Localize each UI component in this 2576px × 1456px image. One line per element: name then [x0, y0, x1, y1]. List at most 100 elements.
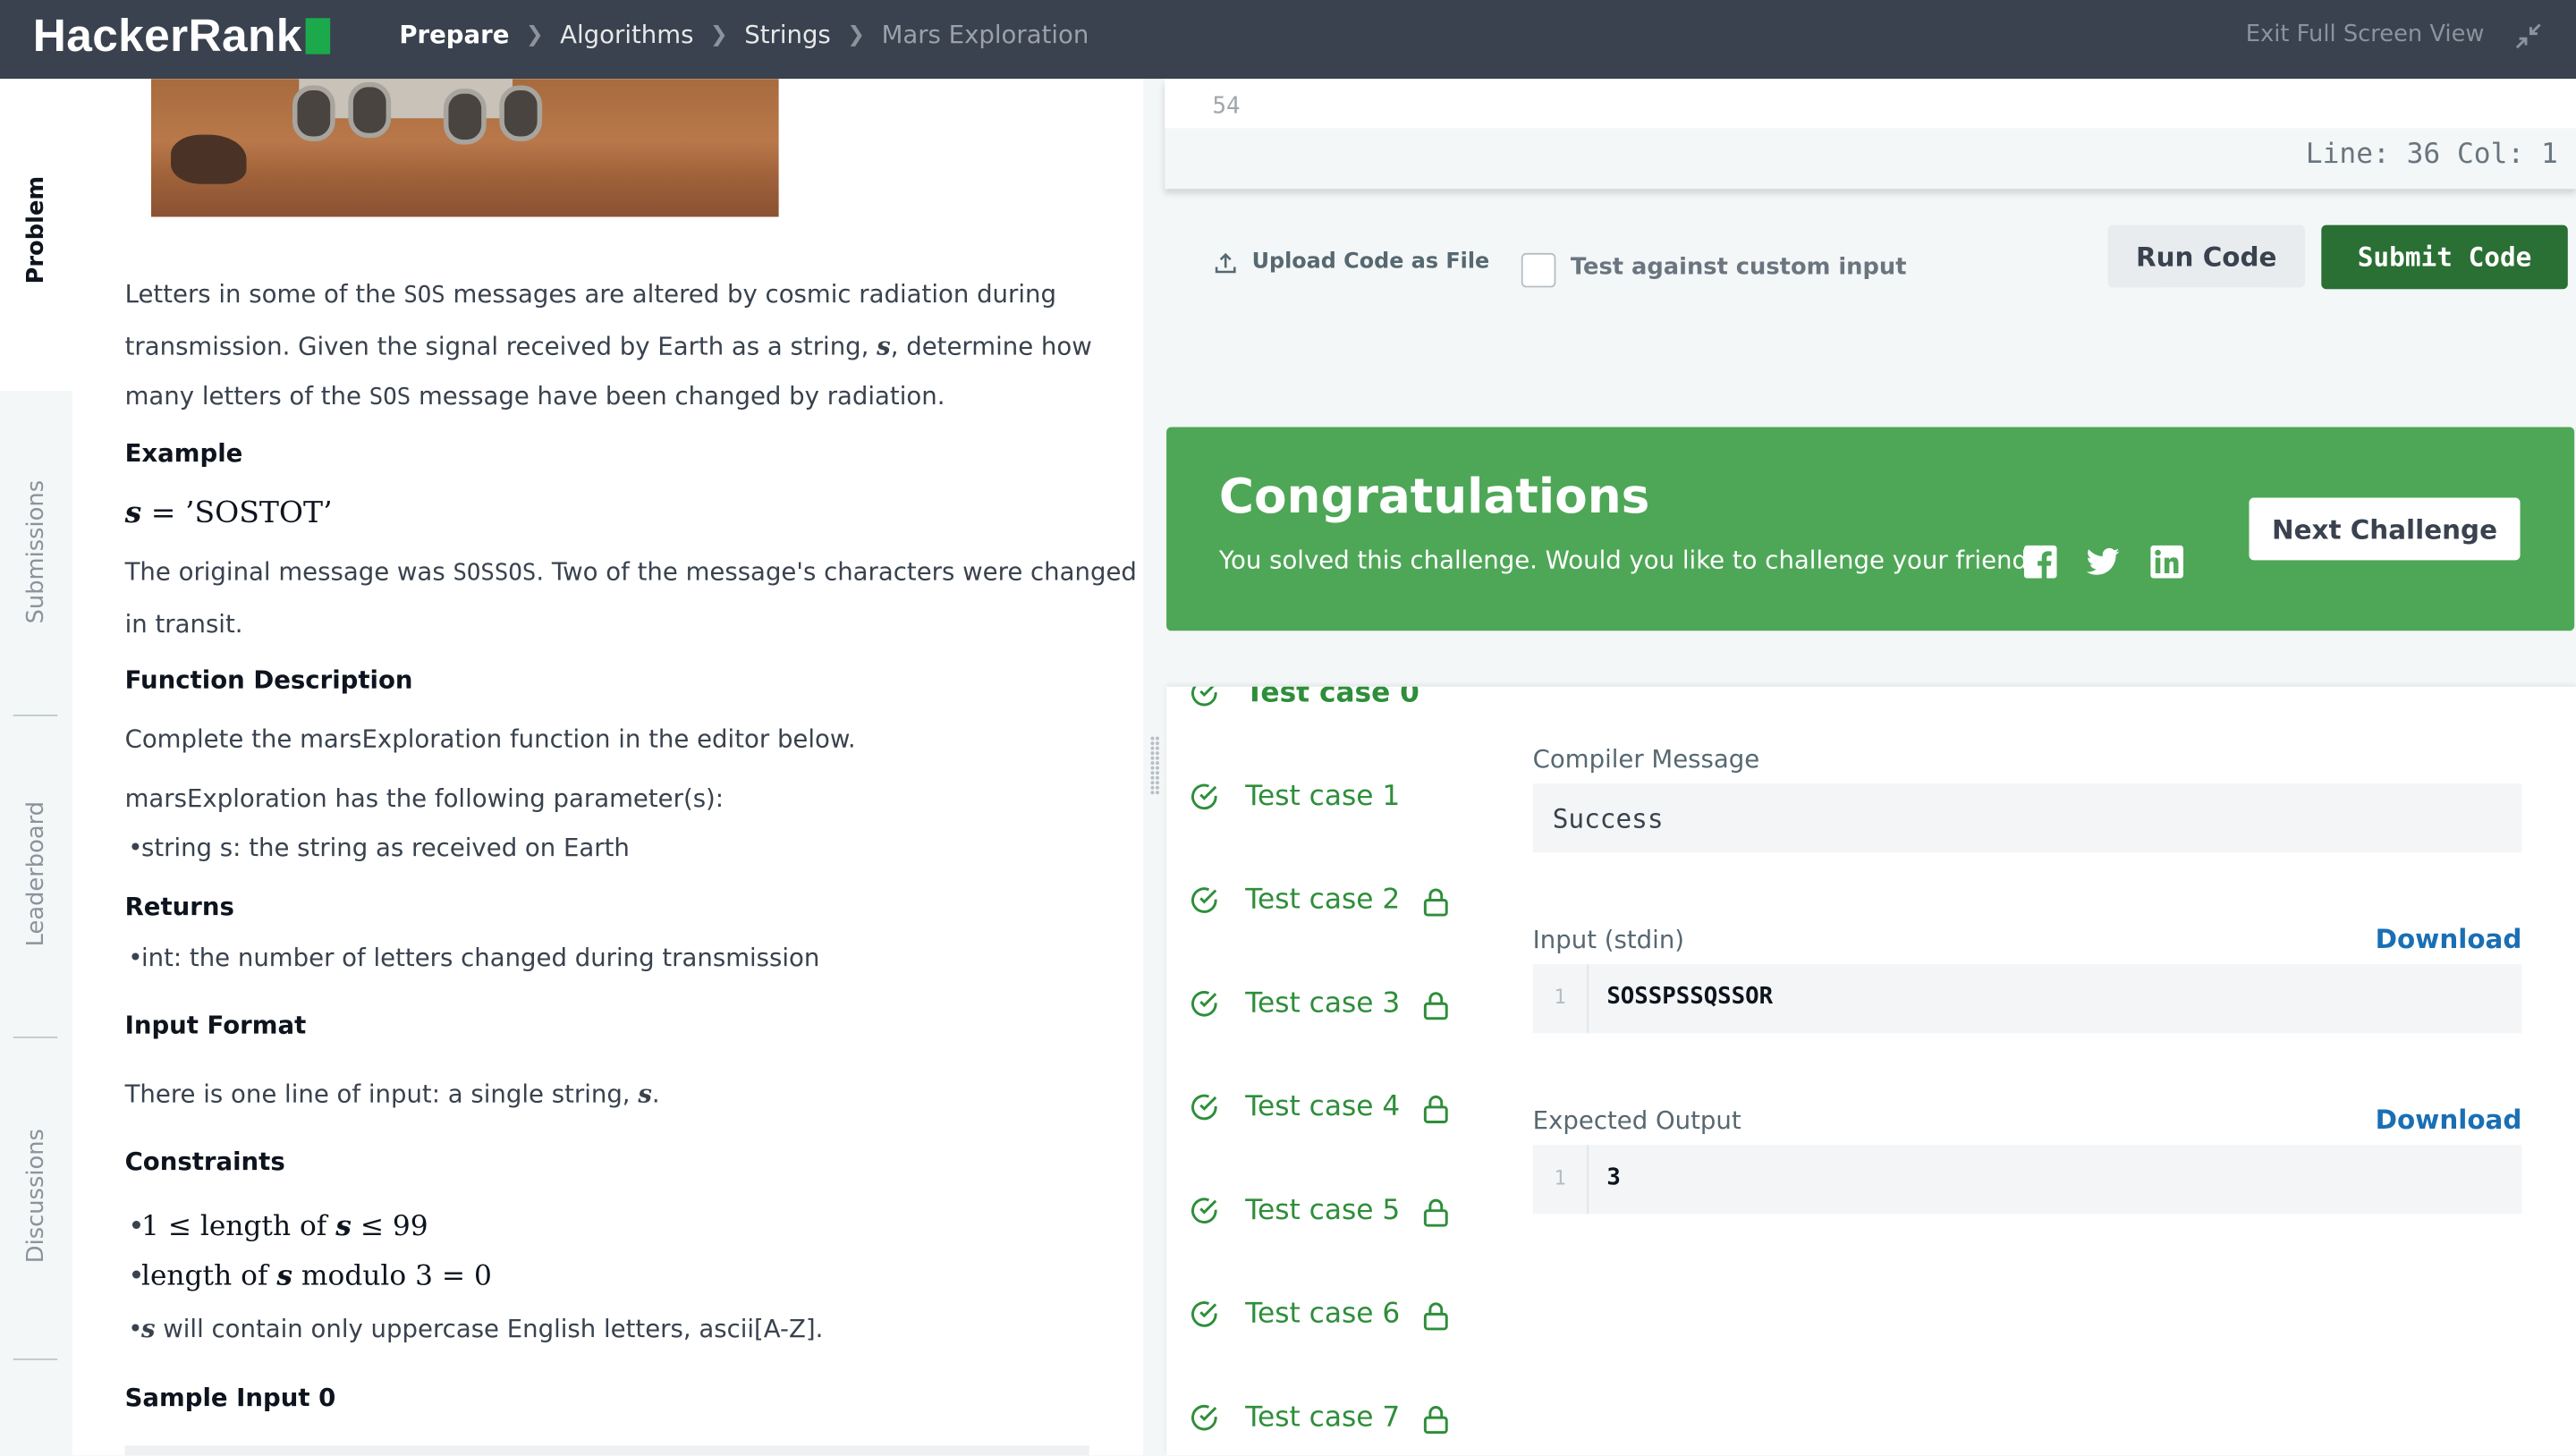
top-navigation-bar: HackerRank Prepare ❯ Algorithms ❯ String…	[0, 0, 2576, 80]
success-subtitle: You solved this challenge. Would you lik…	[1218, 545, 2054, 575]
line-gutter: 1	[1533, 964, 1589, 1034]
breadcrumb-strings[interactable]: Strings	[744, 20, 831, 49]
lock-icon	[1423, 1198, 1448, 1227]
test-case-item[interactable]: Test case 7	[1190, 1401, 1448, 1435]
function-description-text: Complete the marsExploration function in…	[124, 724, 856, 755]
input-box: 1 SOSSPSSQSSOR	[1532, 964, 2522, 1034]
compiler-message-box: Success	[1532, 783, 2522, 853]
test-case-label: Test case 0	[1245, 686, 1419, 710]
expected-output-label: Expected Output	[1532, 1105, 1741, 1136]
lock-icon	[1423, 1406, 1448, 1435]
returns-heading: Returns	[124, 892, 234, 922]
collapse-icon[interactable]	[2513, 21, 2543, 51]
example-equation: s = ’SOSTOT’	[124, 495, 333, 531]
twitter-icon[interactable]	[2086, 546, 2120, 579]
drag-handle-icon[interactable]	[1149, 735, 1160, 795]
breadcrumb-current: Mars Exploration	[881, 20, 1089, 50]
editor-line-number: 54	[1212, 93, 1241, 121]
download-output-link[interactable]: Download	[2376, 1104, 2522, 1135]
example-heading: Example	[124, 438, 243, 469]
tab-problem[interactable]: Problem	[23, 176, 49, 284]
test-results-panel: Test case 0 Test case 1 Test case 2 Test ca…	[1166, 686, 2576, 1456]
cursor-position: Line: 36 Col: 1	[2305, 138, 2558, 172]
lock-icon	[1423, 888, 1448, 917]
expected-output-box: 1 3	[1532, 1145, 2522, 1215]
check-circle-icon	[1191, 887, 1217, 913]
check-circle-icon	[1191, 1198, 1217, 1224]
linkedin-icon[interactable]	[2150, 545, 2184, 579]
test-case-label: Test case 2	[1245, 884, 1401, 917]
tab-divider	[13, 714, 58, 716]
problem-intro: Letters in some of the SOS messages are …	[124, 279, 1092, 411]
check-circle-icon	[1191, 1301, 1217, 1327]
test-case-label: Test case 1	[1245, 780, 1401, 814]
constraints-heading: Constraints	[124, 1147, 285, 1177]
test-case-item[interactable]: Test case 4	[1190, 1090, 1448, 1124]
test-case-item[interactable]: Test case 3	[1190, 986, 1448, 1020]
expected-output-value: 3	[1606, 1164, 1621, 1191]
custom-input-label[interactable]: Test against custom input	[1571, 255, 1907, 281]
tab-divider	[13, 1036, 58, 1038]
test-case-item[interactable]: Test case 1	[1190, 780, 1400, 813]
test-case-item[interactable]: Test case 6	[1190, 1298, 1448, 1331]
code-editor[interactable]: 54 Line: 36 Col: 1	[1165, 79, 2576, 190]
line-gutter: 1	[1533, 1145, 1589, 1215]
input-label: Input (stdin)	[1532, 925, 1685, 955]
logo-green-block	[305, 18, 330, 55]
chevron-right-icon: ❯	[525, 21, 544, 47]
input-value: SOSSPSSQSSOR	[1606, 984, 1774, 1011]
compiler-message-value: Success	[1552, 803, 1664, 835]
success-title: Congratulations	[1218, 468, 1650, 524]
test-case-label: Test case 4	[1245, 1090, 1401, 1124]
constraint-item: length of s modulo 3 = 0	[128, 1260, 492, 1293]
test-case-label: Test case 6	[1245, 1298, 1401, 1331]
input-format-heading: Input Format	[124, 1010, 307, 1040]
function-description-heading: Function Description	[124, 665, 413, 695]
parameter-item: string s: the string as received on Eart…	[128, 833, 630, 862]
test-case-label: Test case 5	[1245, 1194, 1401, 1228]
next-challenge-button[interactable]: Next Challenge	[2249, 497, 2521, 561]
tab-divider	[13, 1358, 58, 1360]
submit-code-button[interactable]: Submit Code	[2321, 224, 2568, 290]
constraint-item: 1 ≤ length of s ≤ 99	[128, 1211, 428, 1244]
upload-icon	[1215, 251, 1236, 273]
check-circle-icon	[1191, 686, 1217, 707]
facebook-icon[interactable]	[2023, 545, 2057, 579]
download-input-link[interactable]: Download	[2376, 923, 2522, 954]
chevron-right-icon: ❯	[847, 21, 866, 47]
check-circle-icon	[1191, 1404, 1217, 1431]
problem-statement-panel: Letters in some of the SOS messages are …	[72, 79, 1144, 1456]
breadcrumb-algorithms[interactable]: Algorithms	[560, 20, 693, 49]
hackerrank-logo[interactable]: HackerRank	[33, 10, 330, 63]
check-circle-icon	[1191, 783, 1217, 810]
check-circle-icon	[1191, 990, 1217, 1017]
breadcrumb-prepare[interactable]: Prepare	[399, 20, 509, 49]
test-case-label: Test case 7	[1245, 1401, 1401, 1435]
input-format-text: There is one line of input: a single str…	[124, 1079, 660, 1109]
run-code-button[interactable]: Run Code	[2107, 224, 2305, 288]
test-case-item[interactable]: Test case 0	[1190, 686, 1419, 710]
upload-code-button[interactable]: Upload Code as File	[1214, 250, 1489, 275]
chevron-right-icon: ❯	[709, 21, 728, 47]
sample-input-heading: Sample Input 0	[124, 1383, 336, 1413]
test-case-item[interactable]: Test case 2	[1190, 884, 1448, 917]
breadcrumb: Prepare ❯ Algorithms ❯ Strings ❯ Mars Ex…	[399, 20, 1089, 49]
sample-input-box	[124, 1445, 1089, 1456]
tab-discussions[interactable]: Discussions	[23, 1129, 49, 1263]
test-case-item[interactable]: Test case 5	[1190, 1194, 1448, 1228]
lock-icon	[1423, 1095, 1448, 1123]
returns-item: int: the number of letters changed durin…	[128, 943, 819, 972]
example-explanation: The original message was SOSSOS. Two of …	[124, 556, 1137, 639]
tab-leaderboard[interactable]: Leaderboard	[23, 801, 49, 946]
lock-icon	[1423, 992, 1448, 1020]
constraint-item: s will contain only uppercase English le…	[128, 1314, 823, 1343]
tab-submissions[interactable]: Submissions	[23, 480, 49, 624]
upload-code-label: Upload Code as File	[1251, 250, 1490, 275]
custom-input-checkbox[interactable]	[1521, 252, 1556, 288]
mars-rover-image	[150, 79, 779, 217]
editor-code-area[interactable]: 54	[1165, 79, 2576, 129]
exit-full-screen-link[interactable]: Exit Full Screen View	[2246, 21, 2485, 47]
test-case-label: Test case 3	[1245, 986, 1401, 1020]
compiler-message-label: Compiler Message	[1532, 744, 1760, 775]
logo-text: HackerRank	[32, 10, 302, 61]
